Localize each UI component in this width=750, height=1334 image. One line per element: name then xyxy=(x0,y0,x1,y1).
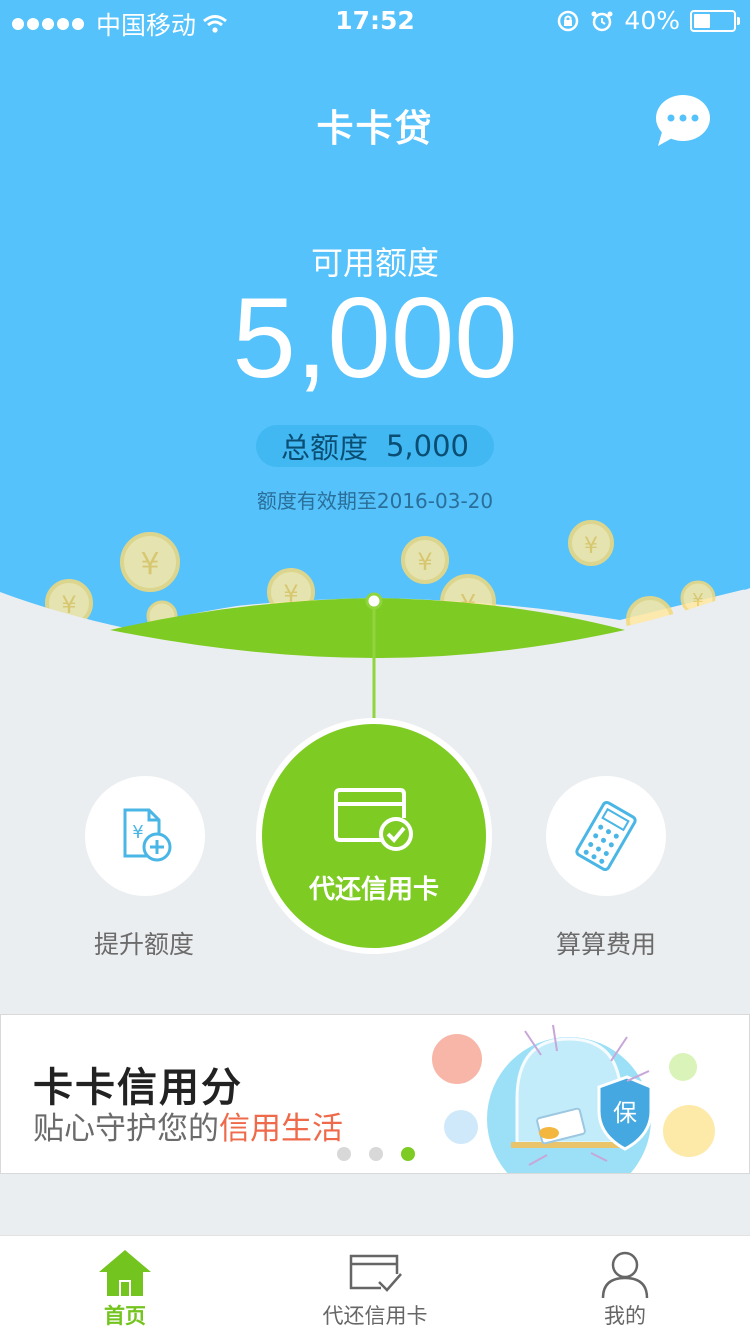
battery-percent: 40% xyxy=(624,6,680,35)
person-icon xyxy=(601,1251,649,1298)
tab-home[interactable]: 首页 xyxy=(0,1236,250,1334)
credit-validity: 额度有效期至2016-03-20 xyxy=(256,489,494,513)
tab-mine-label: 我的 xyxy=(604,1304,646,1328)
raise-limit-label[interactable]: 提升额度 xyxy=(34,925,254,961)
tab-mine[interactable]: 我的 xyxy=(500,1236,750,1334)
svg-text:¥: ¥ xyxy=(417,548,432,576)
chat-bubble-icon[interactable] xyxy=(652,90,714,150)
tab-repay-card-label: 代还信用卡 xyxy=(322,1304,428,1328)
svg-text:¥: ¥ xyxy=(132,822,143,843)
card-check-icon xyxy=(349,1254,402,1292)
total-credit-amount: 5,000 xyxy=(385,429,470,463)
rotation-lock-icon xyxy=(558,10,579,31)
tab-bar: 首页 代还信用卡 我的 xyxy=(0,1235,750,1334)
calculator-icon xyxy=(575,800,637,872)
coin-icon: ¥ xyxy=(120,532,180,592)
shield-glass-dome-illustration: 保 xyxy=(432,1024,715,1173)
total-credit-label: 总额度 xyxy=(280,431,368,465)
coin-icon: ¥ xyxy=(401,536,449,584)
home-icon xyxy=(99,1250,151,1296)
total-credit-pill: 总额度 5,000 xyxy=(256,425,494,467)
status-bar: 中国移动 17:52 40% xyxy=(0,0,750,40)
tab-home-label: 首页 xyxy=(104,1304,146,1328)
banner-subtitle-plain: 贴心守护您的 xyxy=(33,1111,219,1147)
app-title: 卡卡贷 xyxy=(316,107,434,150)
credit-score-banner[interactable]: 卡卡信用分 贴心守护您的信用生活 保 xyxy=(0,1014,750,1174)
battery-icon xyxy=(690,9,740,32)
repay-card-label: 代还信用卡 xyxy=(308,875,439,905)
carousel-dots[interactable] xyxy=(337,1147,415,1161)
carousel-dot-active[interactable] xyxy=(401,1147,415,1161)
coin-icon: ¥ xyxy=(568,520,614,566)
calc-fee-label[interactable]: 算算费用 xyxy=(496,925,716,961)
available-credit-amount: 5,000 xyxy=(232,275,518,402)
status-right: 40% xyxy=(556,6,740,35)
banner-subtitle-highlight: 信用生活 xyxy=(219,1111,343,1147)
carousel-dot[interactable] xyxy=(337,1147,351,1161)
carousel-dot[interactable] xyxy=(369,1147,383,1161)
svg-text:¥: ¥ xyxy=(140,547,159,582)
raise-limit-button[interactable]: ¥ xyxy=(85,776,205,896)
credit-card-check-icon xyxy=(334,788,413,851)
svg-text:¥: ¥ xyxy=(584,534,598,559)
banner-subtitle: 贴心守护您的信用生活 xyxy=(33,1103,343,1148)
banner-shield-text: 保 xyxy=(613,1099,637,1127)
alarm-icon xyxy=(591,11,613,31)
document-yen-plus-icon: ¥ xyxy=(123,808,172,862)
repay-card-button[interactable]: 代还信用卡 xyxy=(262,724,486,948)
calc-fee-button[interactable] xyxy=(546,776,666,896)
tab-repay-card[interactable]: 代还信用卡 xyxy=(250,1236,500,1334)
